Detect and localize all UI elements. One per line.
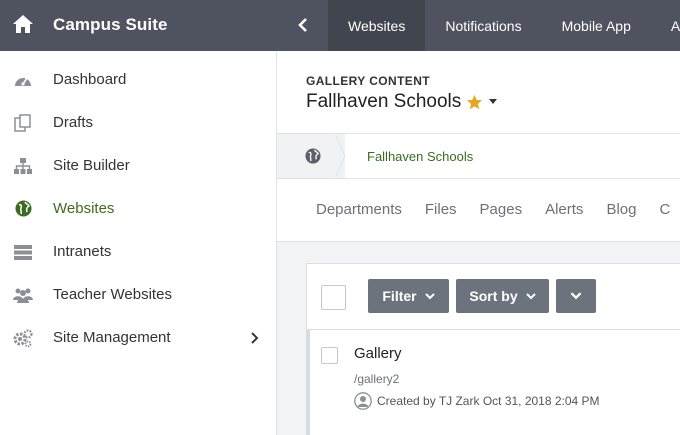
more-actions-button[interactable] — [556, 279, 596, 313]
section-label: GALLERY CONTENT — [306, 74, 431, 88]
sitemap-icon — [13, 156, 33, 176]
tab-departments[interactable]: Departments — [316, 201, 402, 218]
item-title[interactable]: Gallery — [354, 345, 402, 362]
item-meta: Created by TJ Zark Oct 31, 2018 2:04 PM — [354, 392, 600, 410]
list-item[interactable]: Gallery /gallery2 Created by TJ Zark Oct… — [307, 330, 680, 435]
chevron-left-icon[interactable] — [294, 16, 312, 34]
list-toolbar: Filter Sort by — [307, 264, 680, 330]
select-all-checkbox[interactable] — [321, 285, 346, 310]
breadcrumb-current[interactable]: Fallhaven Schools — [367, 149, 473, 164]
content-tabs: Departments Files Pages Alerts Blog C — [316, 201, 680, 218]
tab-alerts[interactable]: Alerts — [545, 201, 583, 218]
sidebar-item-label: Websites — [53, 200, 115, 217]
sidebar-item-site-management[interactable]: Site Management — [0, 316, 276, 359]
sort-label: Sort by — [469, 288, 518, 304]
filter-label: Filter — [382, 288, 417, 304]
item-path: /gallery2 — [354, 372, 400, 386]
sidebar-item-label: Site Management — [53, 329, 171, 346]
home-icon[interactable] — [12, 14, 34, 34]
sidebar-item-label: Teacher Websites — [53, 286, 172, 303]
dashboard-icon — [13, 70, 33, 90]
sidebar-item-label: Site Builder — [53, 157, 130, 174]
content-area: Filter Sort by Gallery /gallery2 Created… — [277, 241, 680, 435]
chevron-down-icon — [424, 292, 435, 299]
sidebar-item-label: Dashboard — [53, 71, 127, 88]
sidebar-item-dashboard[interactable]: Dashboard — [0, 58, 276, 101]
item-created-by: Created by TJ Zark Oct 31, 2018 2:04 PM — [377, 394, 600, 408]
tab-overflow[interactable]: C — [659, 201, 670, 218]
sidebar-item-site-builder[interactable]: Site Builder — [0, 144, 276, 187]
sidebar-item-intranets[interactable]: Intranets — [0, 230, 276, 273]
gears-icon — [13, 328, 33, 348]
star-icon[interactable] — [466, 94, 483, 111]
main-content: GALLERY CONTENT Fallhaven Schools Fallha… — [277, 51, 680, 435]
breadcrumb: Fallhaven Schools — [277, 133, 680, 179]
item-checkbox[interactable] — [321, 347, 338, 364]
sidebar-item-teacher-websites[interactable]: Teacher Websites — [0, 273, 276, 316]
sort-button[interactable]: Sort by — [456, 279, 549, 313]
tab-files[interactable]: Files — [425, 201, 457, 218]
sidebar-item-label: Drafts — [53, 114, 94, 131]
tab-pages[interactable]: Pages — [480, 201, 523, 218]
tab-websites[interactable]: Websites — [328, 0, 426, 51]
sidebar-item-drafts[interactable]: Drafts — [0, 101, 276, 144]
globe-icon — [13, 199, 33, 219]
caret-down-icon[interactable] — [489, 99, 498, 105]
sidebar: Dashboard Drafts Site Builder Websites I… — [0, 51, 277, 435]
chevron-down-icon — [570, 292, 582, 300]
site-switcher[interactable]: Fallhaven Schools — [306, 91, 498, 113]
chevron-down-icon — [525, 292, 536, 299]
gallery-list-panel: Filter Sort by Gallery /gallery2 Created… — [306, 263, 680, 435]
avatar-icon — [354, 392, 372, 410]
tab-notifications[interactable]: Notifications — [425, 0, 541, 51]
brand-title: Campus Suite — [53, 15, 168, 34]
brand[interactable]: Campus Suite — [0, 0, 277, 51]
chevron-right-icon[interactable] — [249, 331, 259, 344]
server-icon — [13, 242, 33, 262]
users-icon — [13, 285, 33, 305]
globe-icon — [305, 148, 321, 164]
sidebar-item-label: Intranets — [53, 243, 112, 260]
drafts-icon — [13, 113, 33, 133]
tab-mobile-app[interactable]: Mobile App — [542, 0, 651, 51]
page-title: Fallhaven Schools — [306, 91, 462, 112]
breadcrumb-separator — [335, 134, 346, 178]
sidebar-item-websites[interactable]: Websites — [0, 187, 276, 230]
tab-overflow[interactable]: Ac — [651, 0, 680, 51]
top-nav: Websites Notifications Mobile App Ac — [328, 0, 680, 51]
top-bar: Campus Suite Websites Notifications Mobi… — [0, 0, 680, 51]
filter-button[interactable]: Filter — [368, 279, 449, 313]
tab-blog[interactable]: Blog — [606, 201, 636, 218]
